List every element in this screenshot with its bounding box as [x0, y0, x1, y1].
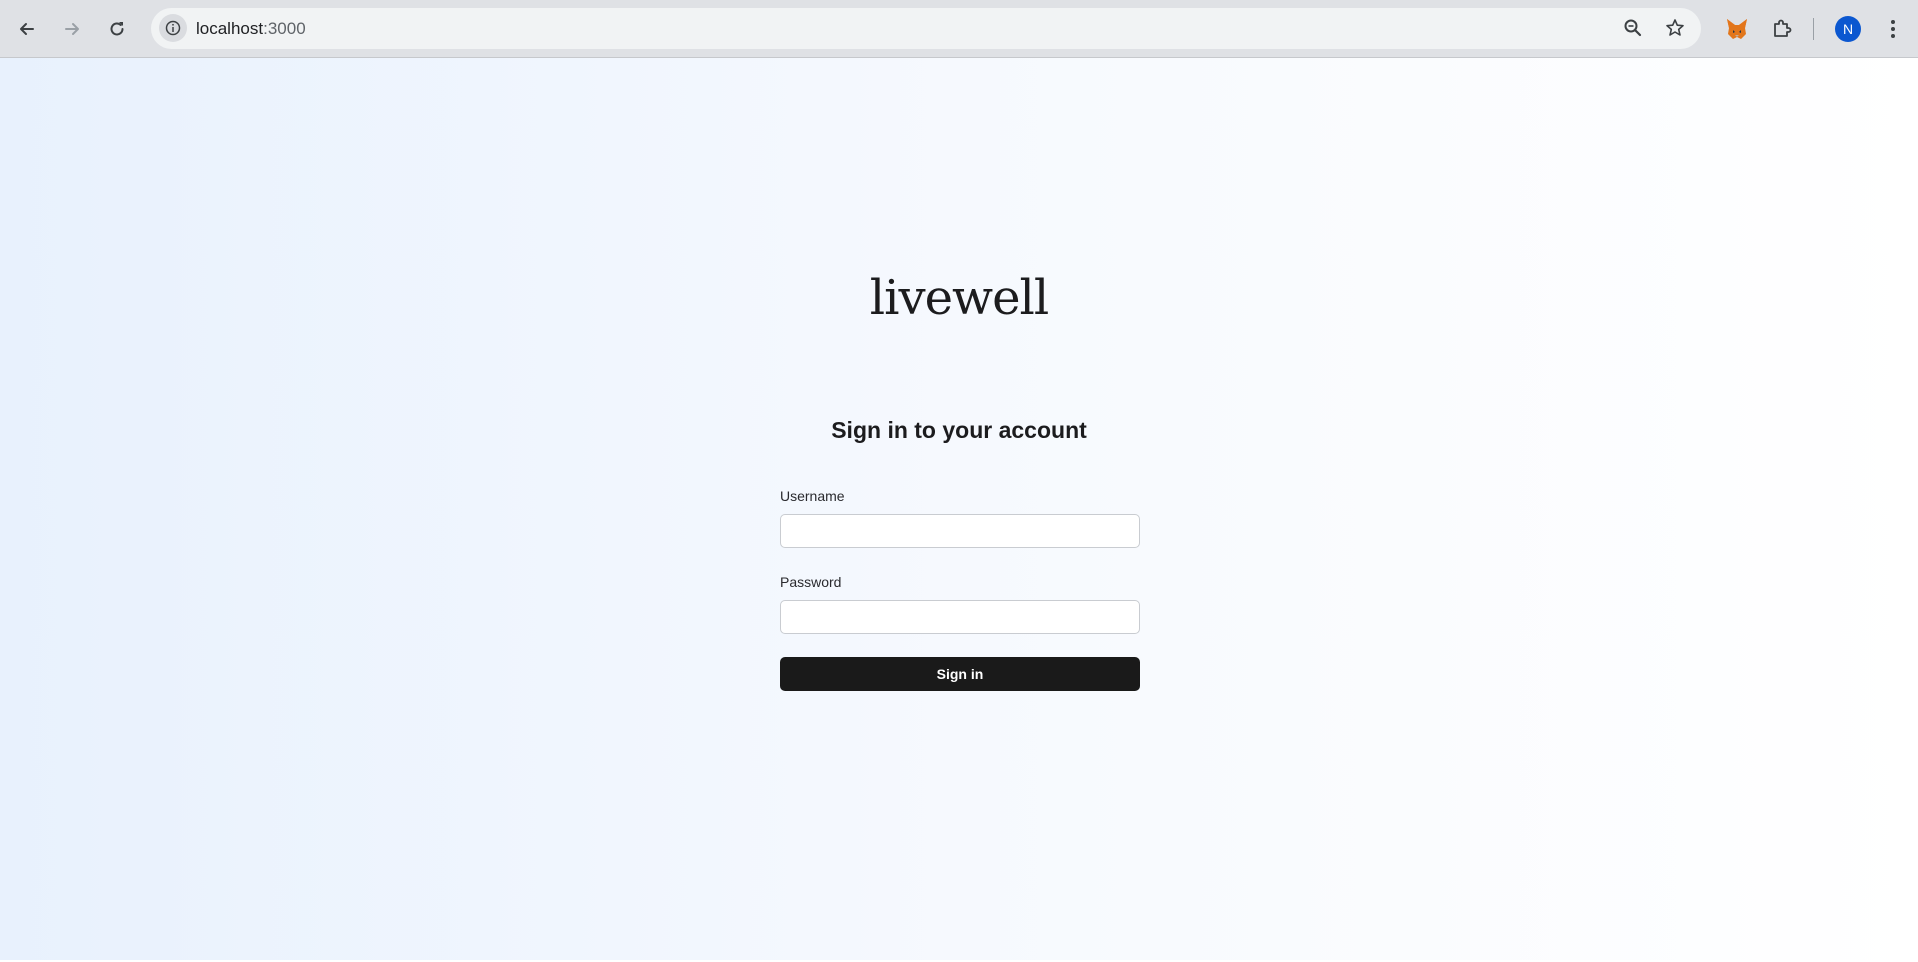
url-text[interactable]: localhost:3000	[196, 19, 306, 39]
back-button[interactable]	[11, 13, 43, 45]
puzzle-icon	[1774, 19, 1792, 37]
username-label: Username	[780, 488, 845, 504]
back-arrow-icon	[20, 23, 34, 35]
password-label: Password	[780, 574, 842, 590]
page-viewport	[0, 58, 1918, 962]
browser-toolbar: localhost:3000 N	[0, 0, 1918, 58]
username-input[interactable]	[780, 514, 1140, 548]
reload-icon	[110, 22, 124, 36]
kebab-menu-icon	[1891, 20, 1895, 38]
bookmark-button[interactable]	[1663, 16, 1687, 40]
zoom-button[interactable]	[1621, 16, 1645, 40]
extensions-button[interactable]	[1767, 14, 1797, 44]
password-input[interactable]	[780, 600, 1140, 634]
address-bar[interactable]: localhost:3000	[151, 8, 1701, 49]
reload-button[interactable]	[101, 13, 133, 45]
sign-in-button[interactable]: Sign in	[780, 657, 1140, 691]
url-host: localhost	[196, 19, 264, 38]
star-icon	[1666, 19, 1684, 36]
toolbar-divider	[1813, 18, 1814, 40]
url-port: :3000	[263, 19, 306, 38]
page-title: Sign in to your account	[831, 417, 1087, 443]
forward-button[interactable]	[56, 13, 88, 45]
profile-avatar[interactable]: N	[1835, 16, 1861, 42]
browser-menu-button[interactable]	[1878, 14, 1908, 44]
info-icon	[165, 20, 181, 36]
zoom-icon	[1624, 19, 1642, 37]
brand-logo: livewell	[869, 270, 1049, 326]
site-info-button[interactable]	[159, 14, 187, 42]
metamask-fox-icon	[1727, 19, 1747, 39]
forward-arrow-icon	[65, 23, 79, 35]
metamask-extension-button[interactable]	[1722, 14, 1752, 44]
